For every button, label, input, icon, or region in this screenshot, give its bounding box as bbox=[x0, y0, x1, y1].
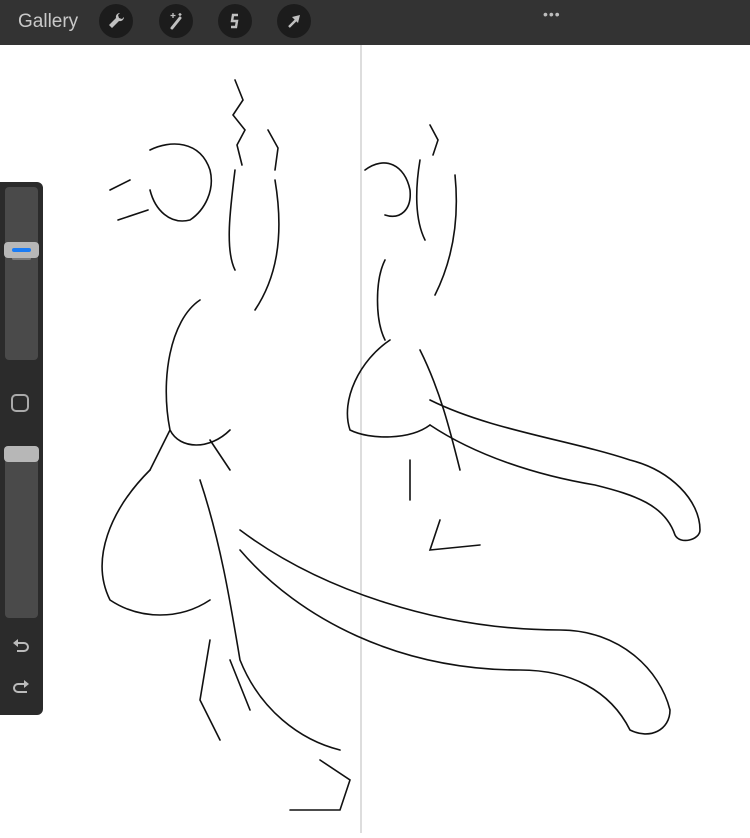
modify-button[interactable] bbox=[11, 394, 29, 412]
sketch-artwork bbox=[101, 44, 701, 834]
brush-size-slider[interactable] bbox=[5, 187, 38, 360]
transform-button[interactable] bbox=[277, 4, 311, 38]
adjustments-button[interactable] bbox=[159, 4, 193, 38]
left-sidebar bbox=[0, 182, 43, 715]
gallery-button[interactable]: Gallery bbox=[18, 11, 78, 33]
wrench-icon bbox=[109, 12, 125, 28]
top-toolbar: Gallery ••• bbox=[0, 0, 750, 45]
size-indicator bbox=[12, 247, 31, 252]
actions-button[interactable] bbox=[99, 4, 133, 38]
redo-icon[interactable] bbox=[10, 677, 32, 699]
brush-opacity-thumb[interactable] bbox=[4, 446, 39, 462]
more-options-button[interactable]: ••• bbox=[543, 6, 561, 22]
undo-icon[interactable] bbox=[10, 634, 32, 656]
drawing-canvas[interactable] bbox=[0, 44, 750, 834]
brush-size-thumb[interactable] bbox=[4, 241, 39, 258]
transform-arrow-icon bbox=[288, 15, 300, 28]
selection-icon bbox=[230, 13, 239, 29]
brush-opacity-slider[interactable] bbox=[5, 446, 38, 618]
magic-wand-icon bbox=[170, 13, 182, 30]
selection-button[interactable] bbox=[218, 4, 252, 38]
